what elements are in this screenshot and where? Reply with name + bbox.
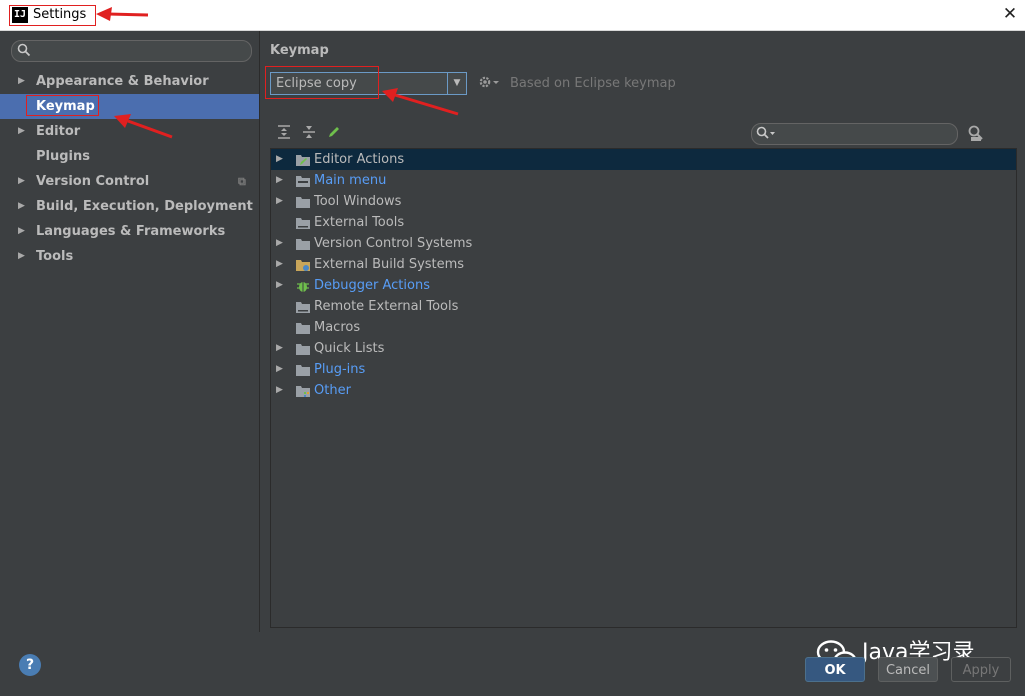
tree-row-macros[interactable]: Macros [271, 317, 1016, 338]
editor-actions-folder-icon [296, 155, 310, 166]
expand-arrow-icon: ▶ [276, 280, 283, 290]
tree-row-label: Editor Actions [314, 152, 405, 167]
gear-icon[interactable] [478, 74, 500, 90]
tree-row-remote-external-tools[interactable]: Remote External Tools [271, 296, 1016, 317]
tree-row-label: Remote External Tools [314, 299, 459, 314]
expand-arrow-icon: ▶ [18, 251, 25, 261]
expand-arrow-icon: ▶ [18, 126, 25, 136]
cancel-button[interactable]: Cancel [878, 657, 938, 682]
folder-icon [296, 365, 310, 376]
tree-row-external-tools[interactable]: External Tools [271, 212, 1016, 233]
tree-row-label: Other [314, 383, 351, 398]
page-title: Keymap [270, 43, 329, 58]
tree-row-label: External Build Systems [314, 257, 465, 272]
sidebar-item-appearance-behavior[interactable]: ▶ Appearance & Behavior [0, 69, 259, 94]
sidebar-item-plugins[interactable]: Plugins [0, 144, 259, 169]
search-icon [756, 126, 775, 139]
settings-sidebar: ▶ Appearance & Behavior Keymap ▶ Editor … [0, 31, 260, 632]
expand-arrow-icon: ▶ [276, 259, 283, 269]
build-systems-folder-icon [296, 260, 310, 271]
expand-arrow-icon: ▶ [18, 76, 25, 86]
expand-arrow-icon: ▶ [276, 343, 283, 353]
find-by-shortcut-icon[interactable] [967, 124, 985, 142]
expand-arrow-icon: ▶ [276, 196, 283, 206]
tree-search-input[interactable] [751, 123, 958, 145]
expand-arrow-icon: ▶ [18, 176, 25, 186]
close-button[interactable]: ✕ [1000, 4, 1020, 24]
sidebar-item-version-control[interactable]: ▶ Version Control ⧉ [0, 169, 259, 194]
apply-button[interactable]: Apply [951, 657, 1011, 682]
tree-row-main-menu[interactable]: ▶ Main menu [271, 170, 1016, 191]
tree-row-label: Debugger Actions [314, 278, 430, 293]
sidebar-item-label: Editor [36, 124, 81, 139]
tree-row-external-build-systems[interactable]: ▶ External Build Systems [271, 254, 1016, 275]
sidebar-item-label: Appearance & Behavior [36, 74, 209, 89]
expand-arrow-icon: ▶ [276, 238, 283, 248]
title-bar: IJ Settings ✕ [0, 0, 1025, 31]
sidebar-item-tools[interactable]: ▶ Tools [0, 244, 259, 269]
tree-row-label: Main menu [314, 173, 387, 188]
keymap-actions-tree: ▶ Editor Actions ▶ Main menu ▶ Tool Wind… [270, 148, 1017, 628]
sidebar-item-label: Tools [36, 249, 74, 264]
tree-row-label: External Tools [314, 215, 405, 230]
folder-icon [296, 323, 310, 334]
tree-row-label: Version Control Systems [314, 236, 473, 251]
annotation-box-title [9, 5, 96, 26]
expand-arrow-icon: ▶ [276, 175, 283, 185]
tree-row-label: Tool Windows [314, 194, 402, 209]
other-folder-icon [296, 386, 310, 397]
tree-row-label: Plug-ins [314, 362, 366, 377]
expand-arrow-icon: ▶ [276, 154, 283, 164]
folder-icon [296, 302, 310, 313]
tree-row-version-control-systems[interactable]: ▶ Version Control Systems [271, 233, 1016, 254]
project-copy-icon: ⧉ [238, 175, 246, 188]
tree-row-quick-lists[interactable]: ▶ Quick Lists [271, 338, 1016, 359]
tree-row-debugger-actions[interactable]: ▶ Debugger Actions [271, 275, 1016, 296]
chevron-down-icon[interactable]: ▼ [447, 73, 466, 94]
sidebar-item-editor[interactable]: ▶ Editor [0, 119, 259, 144]
sidebar-item-label: Version Control [36, 174, 150, 189]
annotation-box-keymap-select [265, 66, 379, 99]
expand-all-icon[interactable] [277, 125, 291, 139]
tree-row-editor-actions[interactable]: ▶ Editor Actions [271, 149, 1016, 170]
sidebar-item-build-execution-deployment[interactable]: ▶ Build, Execution, Deployment [0, 194, 259, 219]
folder-icon [296, 239, 310, 250]
sidebar-item-languages-frameworks[interactable]: ▶ Languages & Frameworks [0, 219, 259, 244]
search-icon [17, 43, 31, 57]
ok-button[interactable]: OK [805, 657, 865, 682]
sidebar-search-input[interactable] [11, 40, 252, 62]
expand-arrow-icon: ▶ [276, 385, 283, 395]
bug-icon [297, 282, 309, 292]
collapse-all-icon[interactable] [302, 125, 316, 139]
folder-icon [296, 197, 310, 208]
folder-icon [296, 218, 310, 229]
tree-row-tool-windows[interactable]: ▶ Tool Windows [271, 191, 1016, 212]
sidebar-item-label: Languages & Frameworks [36, 224, 226, 239]
based-on-label: Based on Eclipse keymap [510, 76, 676, 91]
tree-row-label: Macros [314, 320, 361, 335]
expand-arrow-icon: ▶ [18, 226, 25, 236]
annotation-box-keymap [26, 95, 99, 116]
tree-row-label: Quick Lists [314, 341, 385, 356]
tree-row-other[interactable]: ▶ Other [271, 380, 1016, 401]
tree-row-plug-ins[interactable]: ▶ Plug-ins [271, 359, 1016, 380]
help-button[interactable]: ? [19, 654, 41, 676]
sidebar-item-label: Plugins [36, 149, 90, 164]
expand-arrow-icon: ▶ [276, 364, 283, 374]
folder-icon [296, 176, 310, 187]
edit-icon[interactable] [327, 125, 341, 139]
expand-arrow-icon: ▶ [18, 201, 25, 211]
sidebar-item-label: Build, Execution, Deployment [36, 199, 253, 214]
folder-icon [296, 344, 310, 355]
